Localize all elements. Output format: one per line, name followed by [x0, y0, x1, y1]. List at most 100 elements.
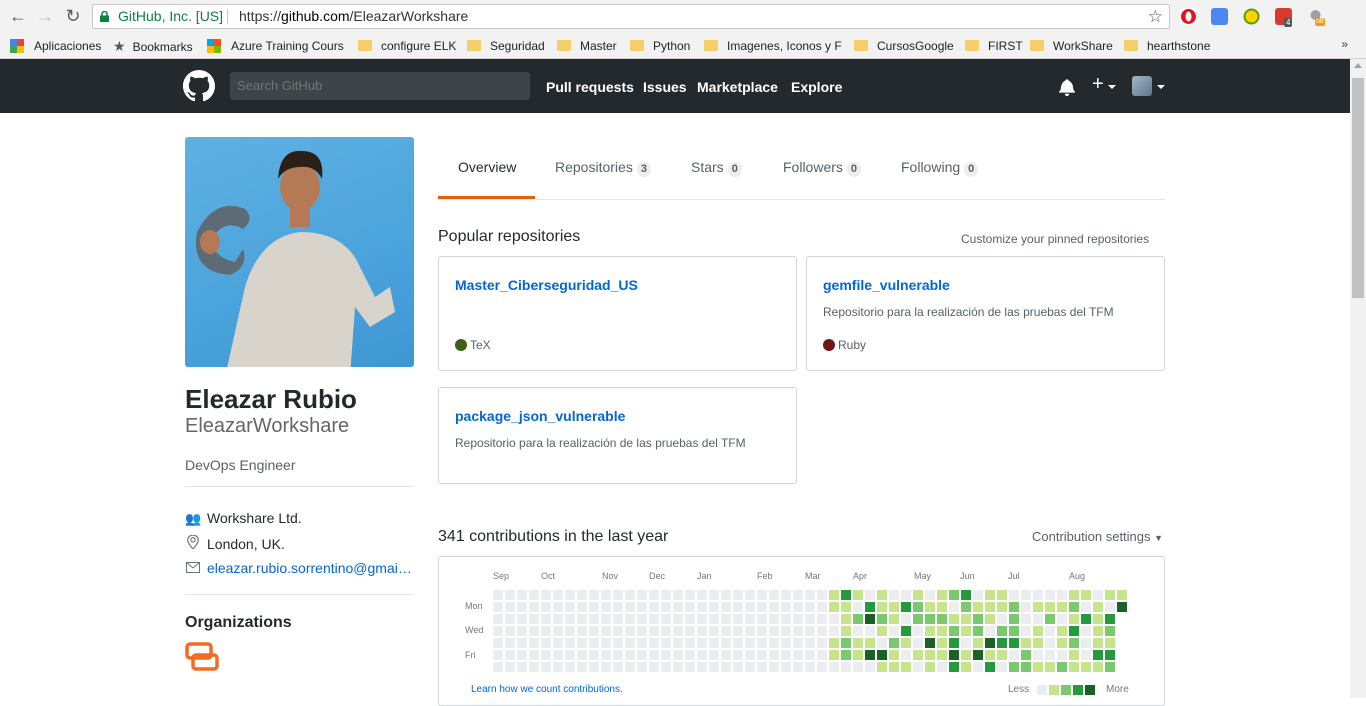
contribution-day[interactable] — [985, 650, 995, 660]
contribution-day[interactable] — [601, 614, 611, 624]
contribution-day[interactable] — [793, 638, 803, 648]
contribution-day[interactable] — [901, 638, 911, 648]
contribution-day[interactable] — [817, 614, 827, 624]
customize-pinned-link[interactable]: Customize your pinned repositories — [961, 232, 1149, 246]
contribution-day[interactable] — [1093, 662, 1103, 672]
contribution-day[interactable] — [997, 602, 1007, 612]
contribution-day[interactable] — [709, 626, 719, 636]
contribution-day[interactable] — [493, 626, 503, 636]
contribution-day[interactable] — [961, 650, 971, 660]
contribution-day[interactable] — [841, 638, 851, 648]
contribution-day[interactable] — [937, 602, 947, 612]
nav-explore[interactable]: Explore — [791, 79, 842, 95]
contribution-day[interactable] — [589, 602, 599, 612]
contribution-day[interactable] — [1093, 626, 1103, 636]
contribution-day[interactable] — [817, 626, 827, 636]
back-arrow-icon[interactable]: ← — [8, 6, 28, 26]
contribution-day[interactable] — [661, 626, 671, 636]
contribution-day[interactable] — [1069, 638, 1079, 648]
contribution-day[interactable] — [625, 650, 635, 660]
contribution-day[interactable] — [661, 638, 671, 648]
contribution-day[interactable] — [961, 638, 971, 648]
contribution-day[interactable] — [853, 602, 863, 612]
contribution-day[interactable] — [709, 590, 719, 600]
contribution-day[interactable] — [757, 662, 767, 672]
contribution-day[interactable] — [733, 650, 743, 660]
contribution-day[interactable] — [721, 602, 731, 612]
contribution-day[interactable] — [577, 590, 587, 600]
contribution-day[interactable] — [937, 614, 947, 624]
contribution-day[interactable] — [1045, 638, 1055, 648]
contribution-day[interactable] — [937, 626, 947, 636]
contribution-day[interactable] — [841, 602, 851, 612]
contribution-day[interactable] — [733, 662, 743, 672]
contribution-day[interactable] — [949, 614, 959, 624]
contribution-day[interactable] — [853, 650, 863, 660]
contribution-day[interactable] — [505, 650, 515, 660]
contribution-day[interactable] — [913, 590, 923, 600]
contribution-day[interactable] — [577, 626, 587, 636]
contribution-day[interactable] — [805, 602, 815, 612]
contribution-day[interactable] — [637, 650, 647, 660]
contribution-day[interactable] — [769, 650, 779, 660]
scrollbar-thumb[interactable] — [1352, 78, 1364, 298]
contribution-day[interactable] — [949, 650, 959, 660]
contribution-day[interactable] — [697, 590, 707, 600]
tab-repositories[interactable]: Repositories 3 — [555, 159, 651, 177]
contribution-day[interactable] — [793, 614, 803, 624]
contribution-day[interactable] — [829, 650, 839, 660]
contribution-day[interactable] — [721, 626, 731, 636]
contribution-day[interactable] — [781, 614, 791, 624]
contribution-day[interactable] — [853, 590, 863, 600]
contribution-day[interactable] — [1093, 650, 1103, 660]
contribution-day[interactable] — [541, 626, 551, 636]
contribution-day[interactable] — [529, 626, 539, 636]
contribution-day[interactable] — [685, 662, 695, 672]
contribution-day[interactable] — [1009, 590, 1019, 600]
nav-pull-requests[interactable]: Pull requests — [546, 79, 634, 95]
reload-icon[interactable]: ↻ — [63, 6, 83, 26]
contribution-day[interactable] — [829, 626, 839, 636]
contribution-day[interactable] — [733, 638, 743, 648]
contribution-day[interactable] — [937, 638, 947, 648]
contribution-day[interactable] — [1093, 590, 1103, 600]
contribution-day[interactable] — [685, 650, 695, 660]
contribution-day[interactable] — [853, 614, 863, 624]
contribution-day[interactable] — [745, 590, 755, 600]
address-bar[interactable]: GitHub, Inc. [US] https://github.com/Ele… — [92, 4, 1170, 29]
contribution-day[interactable] — [1069, 590, 1079, 600]
contribution-day[interactable] — [601, 638, 611, 648]
contribution-day[interactable] — [913, 626, 923, 636]
contribution-day[interactable] — [1033, 638, 1043, 648]
contribution-day[interactable] — [493, 590, 503, 600]
contribution-day[interactable] — [721, 590, 731, 600]
contribution-day[interactable] — [517, 626, 527, 636]
contribution-day[interactable] — [997, 662, 1007, 672]
contribution-day[interactable] — [997, 638, 1007, 648]
contribution-day[interactable] — [493, 650, 503, 660]
contribution-day[interactable] — [493, 662, 503, 672]
contribution-day[interactable] — [961, 590, 971, 600]
tab-following[interactable]: Following 0 — [901, 159, 979, 177]
contribution-day[interactable] — [901, 626, 911, 636]
contribution-day[interactable] — [841, 662, 851, 672]
contribution-day[interactable] — [577, 614, 587, 624]
user-avatar-menu[interactable] — [1132, 76, 1152, 96]
contribution-day[interactable] — [697, 650, 707, 660]
contribution-day[interactable] — [541, 650, 551, 660]
contribution-day[interactable] — [1009, 602, 1019, 612]
contribution-day[interactable] — [601, 626, 611, 636]
contribution-day[interactable] — [577, 602, 587, 612]
contribution-day[interactable] — [817, 662, 827, 672]
contribution-day[interactable] — [889, 626, 899, 636]
contribution-day[interactable] — [1045, 614, 1055, 624]
contribution-day[interactable] — [649, 602, 659, 612]
contribution-day[interactable] — [673, 614, 683, 624]
contribution-day[interactable] — [805, 626, 815, 636]
contribution-day[interactable] — [1033, 602, 1043, 612]
contribution-day[interactable] — [841, 650, 851, 660]
contribution-day[interactable] — [637, 590, 647, 600]
contribution-day[interactable] — [721, 662, 731, 672]
contribution-day[interactable] — [661, 650, 671, 660]
contribution-day[interactable] — [877, 614, 887, 624]
